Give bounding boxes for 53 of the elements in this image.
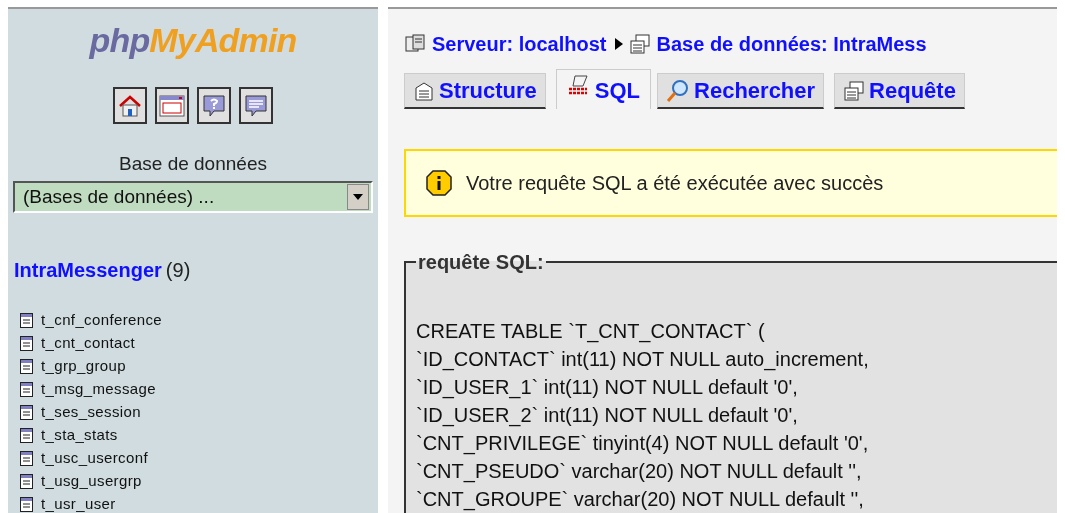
table-link[interactable]: t_usg_usergrp [41,470,142,493]
sql-window-icon [159,93,185,118]
table-icon[interactable] [20,474,33,489]
sql-line: CREATE TABLE `T_CNT_CONTACT` ( [416,319,766,345]
table-link[interactable]: t_usr_user [41,493,116,513]
table-icon[interactable] [20,451,33,466]
table-icon[interactable] [20,336,33,351]
tables-icon [628,34,651,54]
sql-line: `ID_CONTACT` int(11) NOT NULL auto_increment, [416,347,870,373]
database-select[interactable]: (Bases de données) ... [13,180,373,213]
table-link[interactable]: t_msg_message [41,378,156,401]
table-link[interactable]: t_cnt_contact [41,332,136,355]
info-icon [426,170,452,196]
table-icon[interactable] [20,497,33,512]
notice-message: Votre requête SQL a été exécutée avec succès [466,171,884,196]
magnifier-icon [666,78,691,103]
tab[interactable]: Structure [404,73,546,109]
table-count: (9) [165,258,191,283]
toolbar-button[interactable] [155,87,189,124]
sql-icon [566,74,591,96]
table-icon[interactable] [20,428,33,443]
table-icon[interactable] [20,382,33,397]
table-icon[interactable] [20,359,33,374]
sql-line: `CNT_PSEUDO` varchar(20) NOT NULL default '', [416,459,863,485]
table-link[interactable]: t_cnf_conference [41,309,163,332]
table-link[interactable]: t_grp_group [41,355,127,378]
home-icon [118,93,142,118]
tables-icon [843,79,866,102]
tab[interactable]: Requête [834,73,965,109]
toolbar-button[interactable] [239,87,273,124]
toolbar-button[interactable] [113,87,147,124]
sql-line: `ID_USER_2` int(11) NOT NULL default '0', [416,403,799,429]
sql-line: `ID_USER_1` int(11) NOT NULL default '0', [416,375,799,401]
tab[interactable]: SQL [555,69,652,109]
server-icon [404,34,426,54]
database-label: Base de données [119,152,267,176]
tab[interactable]: Rechercher [657,73,825,109]
table-link[interactable]: t_sta_stats [41,424,118,447]
fieldset-legend: requête SQL: [416,247,546,277]
sql-line: `CNT_PRIVILEGE` tinyint(4) NOT NULL default '0', [416,431,870,457]
database-link[interactable]: IntraMessenger [14,255,162,285]
phpmyadmin-logo: phpMyAdmin [89,23,297,57]
table-link[interactable]: t_ses_session [41,401,141,424]
breadcrumb-link[interactable]: Serveur: localhost [432,29,607,59]
sql-bubble-icon [244,93,268,118]
toolbar-button[interactable] [197,87,231,124]
help-bubble-icon [202,93,226,118]
table-icon[interactable] [20,313,33,328]
sql-line: `CNT_GROUPE` varchar(20) NOT NULL default '', [416,487,865,513]
table-link[interactable]: t_usc_userconf [41,447,148,470]
breadcrumb-link[interactable]: Base de données: IntraMess [656,29,927,59]
separator-arrow-icon [614,38,623,50]
table-icon[interactable] [20,405,33,420]
